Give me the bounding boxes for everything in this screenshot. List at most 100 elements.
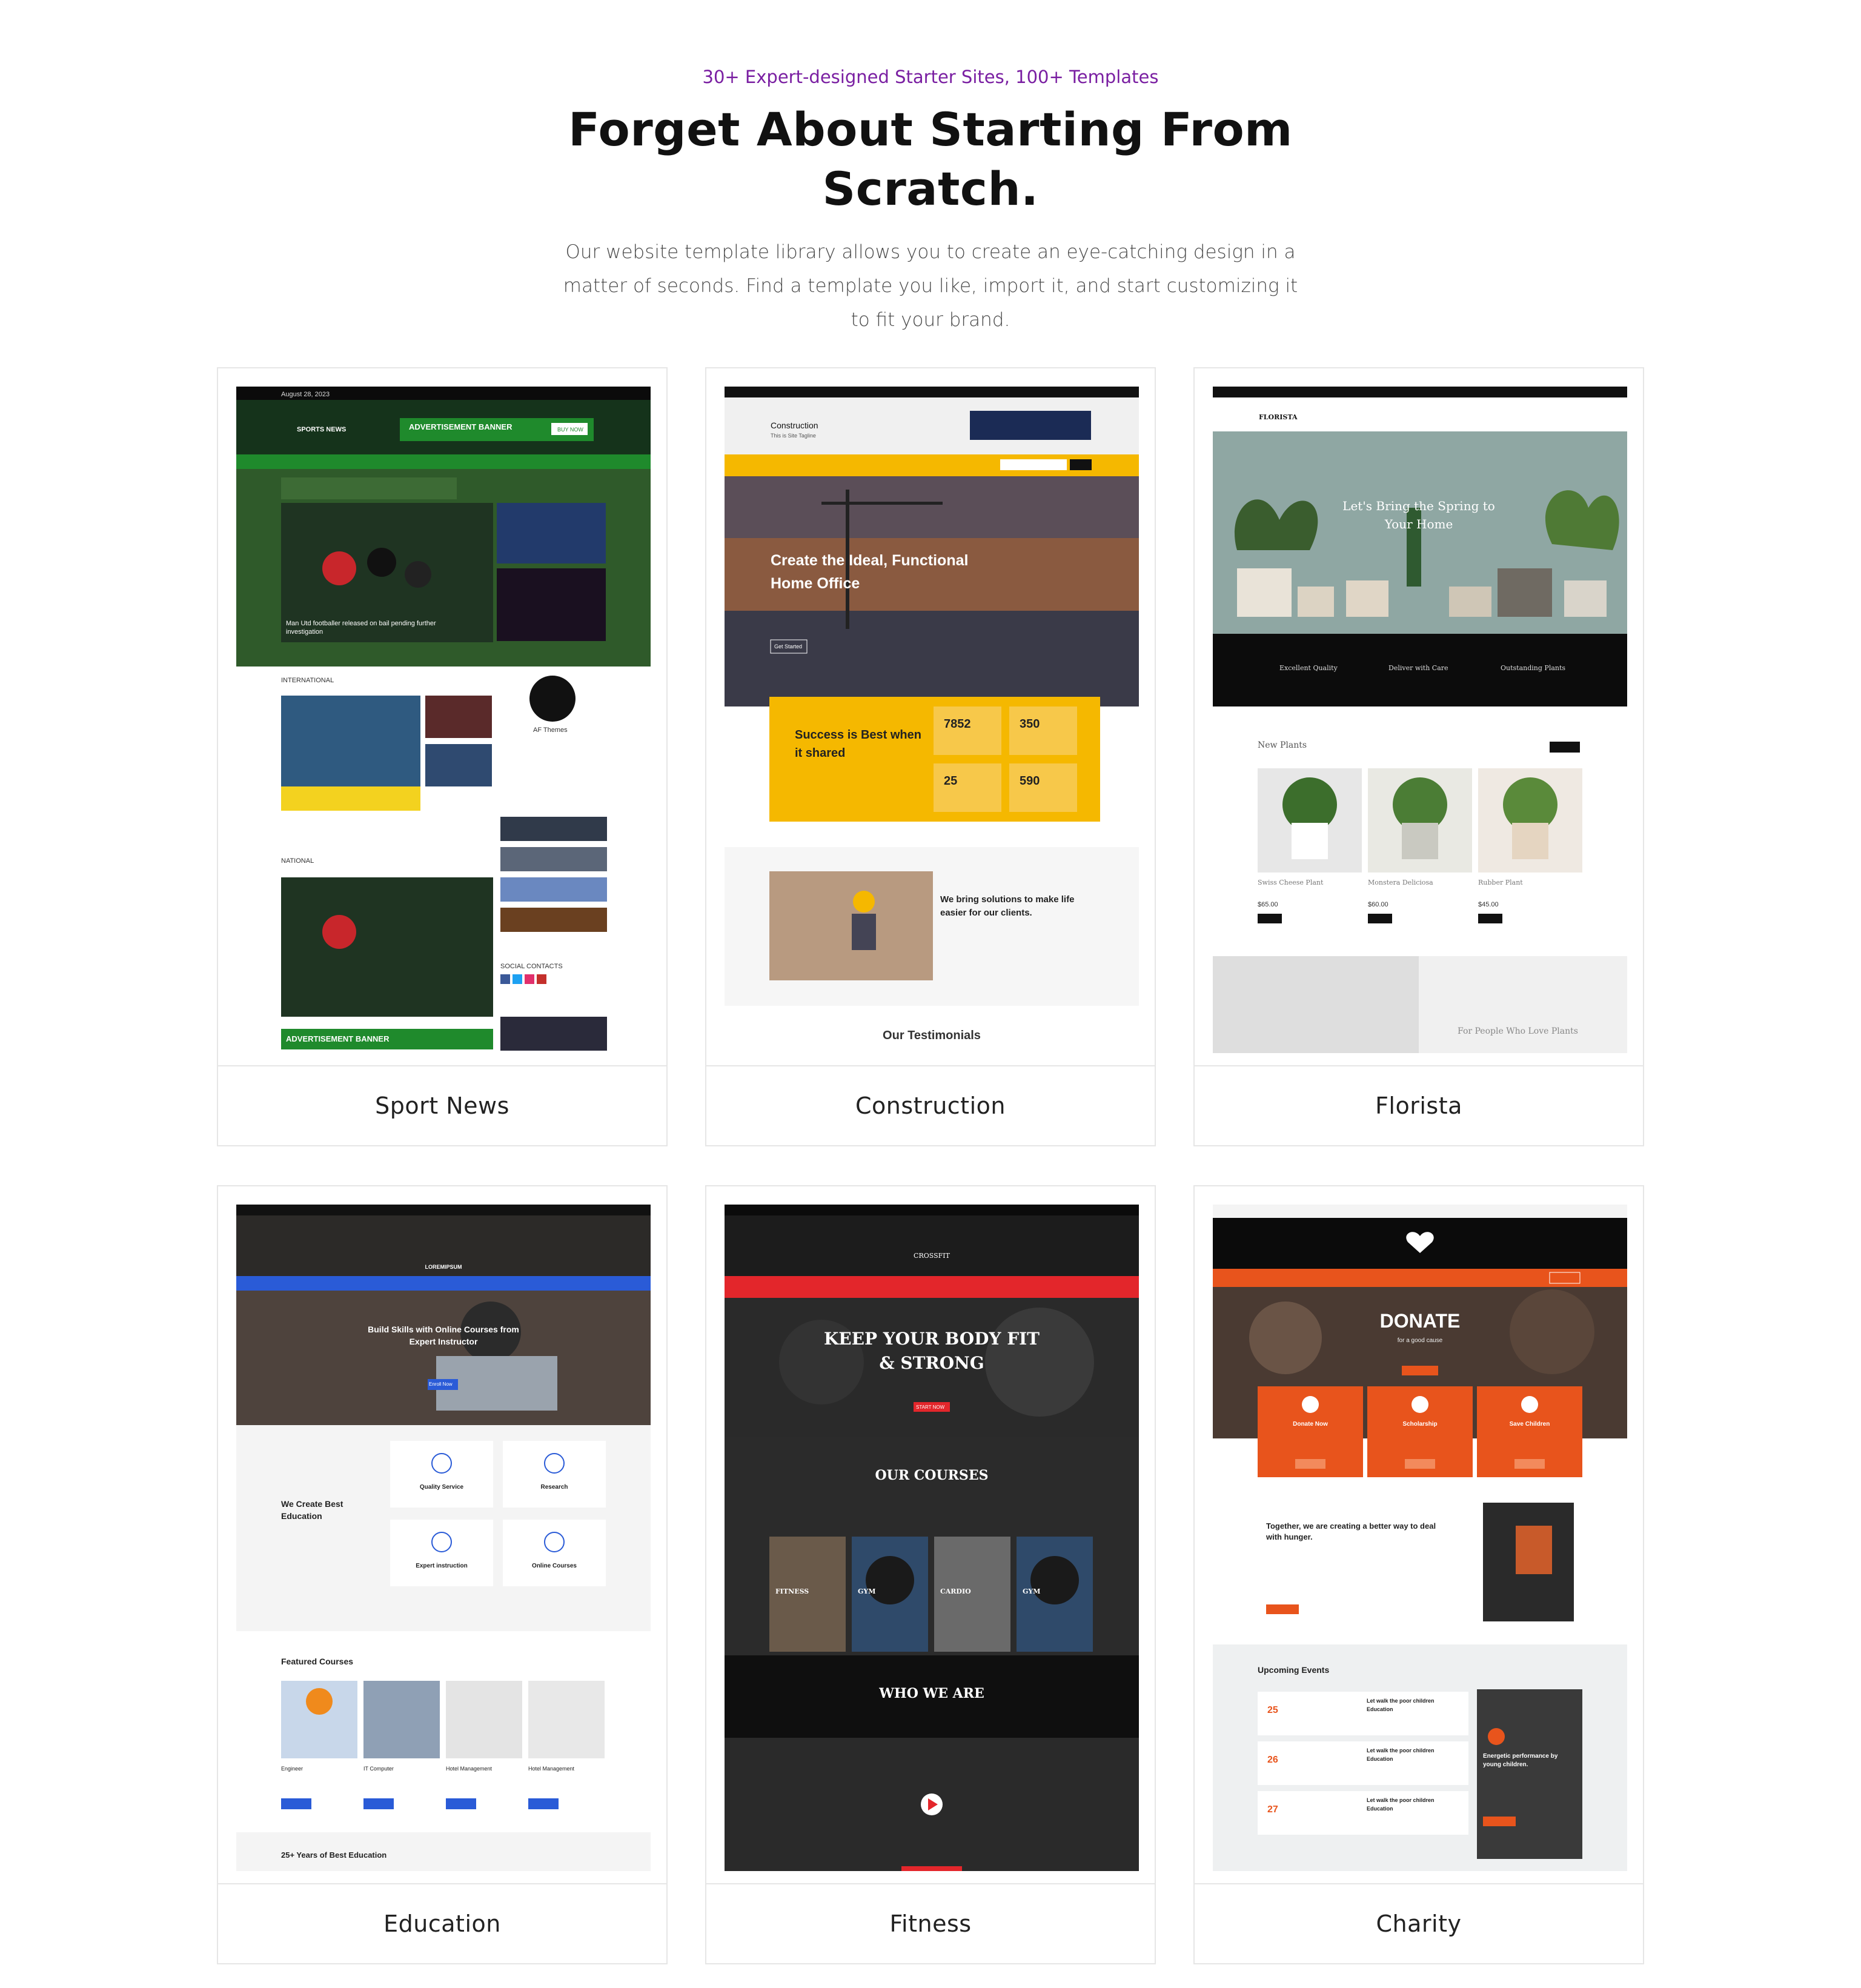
charity-event-name-1[interactable]: Let walk the poor children Education — [1367, 1697, 1458, 1714]
charity-event-day-2: 26 — [1267, 1755, 1278, 1765]
fitness-brand[interactable]: CROSSFIT — [901, 1252, 962, 1260]
card-title[interactable]: Construction — [855, 1092, 1006, 1119]
florista-preview-art — [1213, 387, 1627, 1053]
sport-brand: SPORTS NEWS — [297, 426, 347, 433]
florista-price-2: $60.00 — [1368, 901, 1388, 908]
charity-events-title: Upcoming Events — [1258, 1665, 1330, 1675]
construction-hero-title: Create the Ideal, Functional Home Office — [771, 552, 969, 592]
fitness-preview: CROSSFIT KEEP YOUR BODY FIT & STRONG STA… — [725, 1205, 1139, 1871]
education-service-4: Online Courses — [532, 1563, 577, 1569]
construction-brand[interactable]: Construction — [771, 421, 818, 430]
florista-plant-3[interactable]: Rubber Plant — [1478, 879, 1523, 887]
card-footer: Sport News — [218, 1065, 666, 1145]
florista-price-1: $65.00 — [1258, 901, 1278, 908]
sport-date: August 28, 2023 — [281, 391, 330, 398]
card-footer: Florista — [1195, 1065, 1643, 1145]
florista-plant-1[interactable]: Swiss Cheese Plant — [1258, 879, 1323, 887]
sport-news-preview: August 28, 2023 SPORTS NEWS ADVERTISEMEN… — [236, 387, 651, 1053]
fitness-course-2[interactable]: GYM — [858, 1587, 875, 1596]
template-card-fitness[interactable]: CROSSFIT KEEP YOUR BODY FIT & STRONG STA… — [705, 1185, 1156, 1964]
charity-box-2[interactable]: Scholarship — [1367, 1420, 1473, 1429]
construction-cta[interactable]: Get Started — [774, 642, 802, 651]
charity-event-name-3[interactable]: Let walk the poor children Education — [1367, 1796, 1458, 1813]
fitness-courses-title: OUR COURSES — [875, 1468, 989, 1483]
charity-event-name-2[interactable]: Let walk the poor children Education — [1367, 1746, 1458, 1763]
sport-buy-now[interactable]: BUY NOW — [557, 425, 583, 434]
play-icon[interactable] — [921, 1794, 943, 1815]
template-card-construction[interactable]: Construction This is Site Tagline Create… — [705, 367, 1156, 1146]
construction-success: Success is Best when it shared — [795, 728, 921, 760]
florista-feature-3: Outstanding Plants — [1501, 664, 1566, 672]
eyebrow-text: 30+ Expert-designed Starter Sites, 100+ … — [702, 67, 1159, 87]
charity-hero-title: DONATE — [1379, 1310, 1461, 1332]
florista-hero-title: Let's Bring the Spring to Your Home — [1342, 499, 1495, 531]
charity-side-title: Energetic performance by young children. — [1483, 1753, 1558, 1768]
charity-hero-sub: for a good cause — [1397, 1337, 1443, 1344]
charity-event-day-1: 25 — [1267, 1705, 1278, 1715]
charity-box-1[interactable]: Donate Now — [1258, 1420, 1363, 1429]
education-preview: LOREMIPSUM Build Skills with Online Cour… — [236, 1205, 651, 1871]
sport-headline[interactable]: Man Utd footballer released on bail pend… — [286, 619, 456, 636]
construction-stat-4: 590 — [1020, 774, 1040, 788]
construction-stat-3: 25 — [944, 774, 958, 788]
card-footer: Construction — [706, 1065, 1155, 1145]
construction-stat-2: 350 — [1020, 717, 1040, 731]
florista-plant-2[interactable]: Monstera Deliciosa — [1368, 879, 1433, 887]
florista-feature-1: Excellent Quality — [1279, 664, 1338, 672]
sport-ad-banner-bottom: ADVERTISEMENT BANNER — [286, 1034, 390, 1043]
construction-preview-art — [725, 387, 1139, 1053]
education-service-1: Quality Service — [419, 1484, 464, 1491]
template-card-education[interactable]: LOREMIPSUM Build Skills with Online Cour… — [217, 1185, 668, 1964]
education-service-3: Expert instruction — [416, 1563, 468, 1569]
sport-news-preview-art — [236, 387, 651, 1053]
fitness-hero-title: KEEP YOUR BODY FIT & STRONG — [823, 1329, 1040, 1373]
fitness-course-3[interactable]: CARDIO — [940, 1587, 971, 1596]
construction-preview: Construction This is Site Tagline Create… — [725, 387, 1139, 1053]
florista-price-3: $45.00 — [1478, 901, 1499, 908]
template-card-sport-news[interactable]: August 28, 2023 SPORTS NEWS ADVERTISEMEN… — [217, 367, 668, 1146]
sport-section-intl: INTERNATIONAL — [281, 677, 334, 684]
card-footer: Fitness — [706, 1883, 1155, 1963]
charity-together: Together, we are creating a better way t… — [1266, 1521, 1436, 1541]
card-title[interactable]: Education — [383, 1910, 501, 1937]
education-course-2[interactable]: IT Computer — [363, 1764, 394, 1773]
education-years: 25+ Years of Best Education — [281, 1850, 387, 1860]
fitness-who: WHO WE ARE — [879, 1686, 984, 1701]
page-description: Our website template library allows you … — [563, 241, 1298, 331]
construction-stat-1: 7852 — [944, 717, 971, 731]
sport-section-national: NATIONAL — [281, 857, 314, 865]
florista-story: For People Who Love Plants — [1458, 1026, 1578, 1036]
card-footer: Charity — [1195, 1883, 1643, 1963]
florista-preview: FLORISTA Let's Bring the Spring to Your … — [1213, 387, 1627, 1053]
fitness-start[interactable]: START NOW — [916, 1403, 944, 1412]
sport-profile-name: AF Themes — [533, 726, 568, 734]
education-course-1[interactable]: Engineer — [281, 1764, 303, 1773]
education-brand[interactable]: LOREMIPSUM — [418, 1263, 469, 1271]
card-footer: Education — [218, 1883, 666, 1963]
florista-brand[interactable]: FLORISTA — [1259, 413, 1297, 422]
card-title[interactable]: Charity — [1376, 1910, 1462, 1937]
fitness-preview-art — [725, 1205, 1139, 1871]
card-title[interactable]: Fitness — [889, 1910, 971, 1937]
card-title[interactable]: Florista — [1375, 1092, 1462, 1119]
charity-box-3[interactable]: Save Children — [1477, 1420, 1582, 1429]
charity-preview: DONATE for a good cause Donate Now Schol… — [1213, 1205, 1627, 1871]
florista-new-plants: New Plants — [1258, 740, 1307, 750]
construction-solutions: We bring solutions to make life easier f… — [940, 894, 1075, 918]
charity-event-day-3: 27 — [1267, 1804, 1278, 1815]
template-card-florista[interactable]: FLORISTA Let's Bring the Spring to Your … — [1193, 367, 1644, 1146]
construction-testimonials: Our Testimonials — [883, 1029, 981, 1042]
education-service-2: Research — [540, 1484, 568, 1491]
page-title: Forget About Starting From Scratch. — [568, 102, 1293, 216]
education-create: We Create Best Education — [281, 1499, 343, 1521]
construction-tagline: This is Site Tagline — [771, 433, 816, 439]
template-card-charity[interactable]: DONATE for a good cause Donate Now Schol… — [1193, 1185, 1644, 1964]
card-title[interactable]: Sport News — [375, 1092, 509, 1119]
education-course-3[interactable]: Hotel Management — [446, 1764, 492, 1773]
sport-ad-banner: ADVERTISEMENT BANNER — [409, 422, 513, 431]
fitness-course-4[interactable]: GYM — [1023, 1587, 1040, 1596]
florista-feature-2: Deliver with Care — [1388, 664, 1448, 672]
education-enroll[interactable]: Enroll Now — [429, 1380, 453, 1389]
education-course-4[interactable]: Hotel Management — [528, 1764, 574, 1773]
fitness-course-1[interactable]: FITNESS — [775, 1587, 809, 1596]
